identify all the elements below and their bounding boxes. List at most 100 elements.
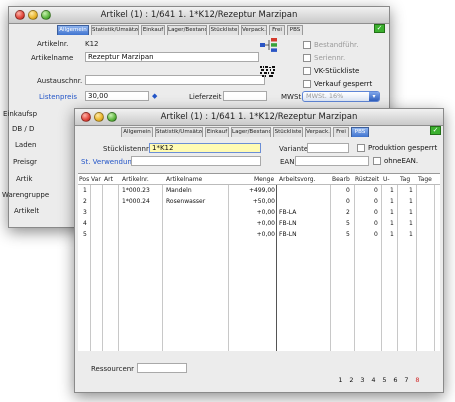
bestandfuehr-checkbox[interactable]: [303, 41, 311, 49]
table-row[interactable]: 3 +0,00 FB-LA 2 0 1 1: [78, 209, 440, 219]
cell-tag: 1: [409, 198, 413, 205]
table-row[interactable]: 1 1*000.23 Mandeln +499,00 0 0 1 1: [78, 187, 440, 197]
col-ruestzeit[interactable]: Rüstzeit: [355, 176, 379, 183]
table-row[interactable]: 2 1*000.24 Rosenwasser +50,00 0 0 1 1: [78, 198, 440, 208]
preisgruppe-label: Preisgr: [13, 158, 38, 166]
cell-tag: 1: [409, 231, 413, 238]
tab-lager[interactable]: Lager/Bestand: [167, 25, 207, 35]
warengruppe-label: Warengruppe: [2, 191, 50, 199]
stuecklistennr-field[interactable]: 1*K12: [149, 143, 261, 153]
page-1[interactable]: 1: [337, 376, 344, 384]
austauschnr-label: Austauschnr.: [37, 77, 83, 85]
austauschnr-field[interactable]: [85, 75, 265, 85]
tab-pbs[interactable]: PBS: [351, 127, 369, 137]
listenpreis-field[interactable]: 30,00: [85, 91, 149, 101]
lieferzeit-field[interactable]: [223, 91, 267, 101]
vk-stueckliste-label: VK-Stückliste: [314, 67, 360, 75]
page-4[interactable]: 4: [370, 376, 377, 384]
cell-ruestzeit: 0: [374, 231, 378, 238]
table-row[interactable]: 4 +0,00 FB-LN 5 0 1 1: [78, 220, 440, 230]
hierarchy-icon[interactable]: [259, 38, 279, 52]
listenpreis-dot-icon: ◆: [152, 92, 158, 100]
listenpreis-label: Listenpreis: [39, 93, 78, 101]
artikelnr-value[interactable]: K12: [85, 40, 99, 48]
st-verwendung-label[interactable]: St. Verwendung: [81, 158, 136, 166]
page-6[interactable]: 6: [392, 376, 399, 384]
col-var[interactable]: Var: [91, 176, 101, 183]
vk-stueckliste-checkbox[interactable]: [303, 67, 311, 75]
front-tab-bar: Allgemein Statistik/Umsätze Einkauf Lage…: [121, 127, 421, 137]
cell-menge: +0,00: [256, 231, 275, 238]
tab-einkauf[interactable]: Einkauf: [205, 127, 229, 137]
tab-frei[interactable]: Frei: [333, 127, 349, 137]
col-artikelname[interactable]: Artikelname: [166, 176, 202, 183]
mwst-select-value: MWSt. 16%: [306, 92, 344, 100]
table-header: Pos Var Art Artikelnr. Artikelname Menge…: [78, 174, 440, 185]
tab-allgemein[interactable]: Allgemein: [57, 25, 89, 35]
page-5[interactable]: 5: [381, 376, 388, 384]
pagination: 1 2 3 4 5 6 7 8: [337, 376, 437, 386]
cell-pos: 2: [83, 198, 87, 205]
seriennr-label: Seriennr.: [314, 54, 346, 62]
cell-arbeitsvorg: FB-LN: [279, 231, 297, 238]
page-8-current[interactable]: 8: [414, 376, 421, 384]
lieferzeit-label: Lieferzeit: [189, 93, 222, 101]
back-tab-bar: Allgemein Statistik/Umsätze Einkauf Lage…: [57, 25, 377, 35]
tab-verpack[interactable]: Verpack.: [305, 127, 331, 137]
produktion-gesperrt-label: Produktion gesperrt: [368, 144, 438, 152]
table-row[interactable]: 5 +0,00 FB-LN 5 0 1 1: [78, 231, 440, 241]
window-title: Artikel (1) : 1/641 1. 1*K12/Rezeptur Ma…: [100, 10, 298, 20]
col-menge[interactable]: Menge: [254, 176, 274, 183]
col-u[interactable]: U-: [383, 176, 390, 183]
tab-lager[interactable]: Lager/Bestand: [231, 127, 271, 137]
cell-bearb: 5: [346, 220, 350, 227]
cell-ruestzeit: 0: [374, 220, 378, 227]
col-art[interactable]: Art: [104, 176, 113, 183]
ressourcenr-label: Ressourcenr: [91, 365, 135, 373]
barcode-icon[interactable]: [260, 66, 276, 78]
variante-field[interactable]: [307, 143, 349, 153]
stueckliste-table: Pos Var Art Artikelnr. Artikelname Menge…: [78, 173, 440, 351]
page-2[interactable]: 2: [348, 376, 355, 384]
tab-verpack[interactable]: Verpack.: [241, 25, 267, 35]
produktion-gesperrt-checkbox[interactable]: [357, 144, 365, 152]
tab-statistik[interactable]: Statistik/Umsätze: [91, 25, 139, 35]
ohne-ean-label: ohneEAN.: [384, 157, 419, 165]
bestandfuehr-label: Bestandführ.: [314, 41, 359, 49]
tab-stueckliste[interactable]: Stückliste: [273, 127, 303, 137]
cell-artikelname: Mandeln: [166, 187, 192, 194]
artikel-label: Artik: [16, 175, 33, 183]
col-pos[interactable]: Pos: [79, 176, 89, 183]
cell-pos: 1: [83, 187, 87, 194]
mwst-select[interactable]: MWSt. 16% ▾: [302, 91, 380, 102]
tab-frei[interactable]: Frei: [269, 25, 285, 35]
ladenpreis-label: Laden: [15, 141, 37, 149]
col-tage[interactable]: Tage: [418, 176, 432, 183]
cell-pos: 3: [83, 209, 87, 216]
tab-statistik[interactable]: Statistik/Umsätze: [155, 127, 203, 137]
col-tag[interactable]: Tag: [400, 176, 410, 183]
col-arbeitsvorg[interactable]: Arbeitsvorg.: [279, 176, 316, 183]
status-check-icon: ✓: [374, 24, 385, 33]
tab-stueckliste[interactable]: Stückliste: [209, 25, 239, 35]
tab-pbs[interactable]: PBS: [287, 25, 303, 35]
ohne-ean-checkbox[interactable]: [373, 157, 381, 165]
page-3[interactable]: 3: [359, 376, 366, 384]
page-7[interactable]: 7: [403, 376, 410, 384]
ressourcenr-field[interactable]: [137, 363, 187, 373]
back-titlebar: Artikel (1) : 1/641 1. 1*K12/Rezeptur Ma…: [9, 7, 389, 24]
tab-allgemein[interactable]: Allgemein: [121, 127, 153, 137]
col-bearb[interactable]: Bearb: [332, 176, 350, 183]
einkaufspreis-label: Einkaufsp: [3, 110, 38, 118]
ean-label: EAN: [280, 158, 295, 166]
verkauf-gesperrt-checkbox[interactable]: [303, 80, 311, 88]
cell-tag: 1: [409, 209, 413, 216]
tab-einkauf[interactable]: Einkauf: [141, 25, 165, 35]
ean-field[interactable]: [295, 156, 369, 166]
seriennr-checkbox[interactable]: [303, 54, 311, 62]
artikelname-field[interactable]: Rezeptur Marzipan: [85, 52, 259, 62]
cell-u: 1: [390, 187, 394, 194]
col-artikelnr[interactable]: Artikelnr.: [122, 176, 149, 183]
stuecklistennr-label: Stücklistennr.: [103, 145, 151, 153]
st-verwendung-field[interactable]: [131, 156, 261, 166]
